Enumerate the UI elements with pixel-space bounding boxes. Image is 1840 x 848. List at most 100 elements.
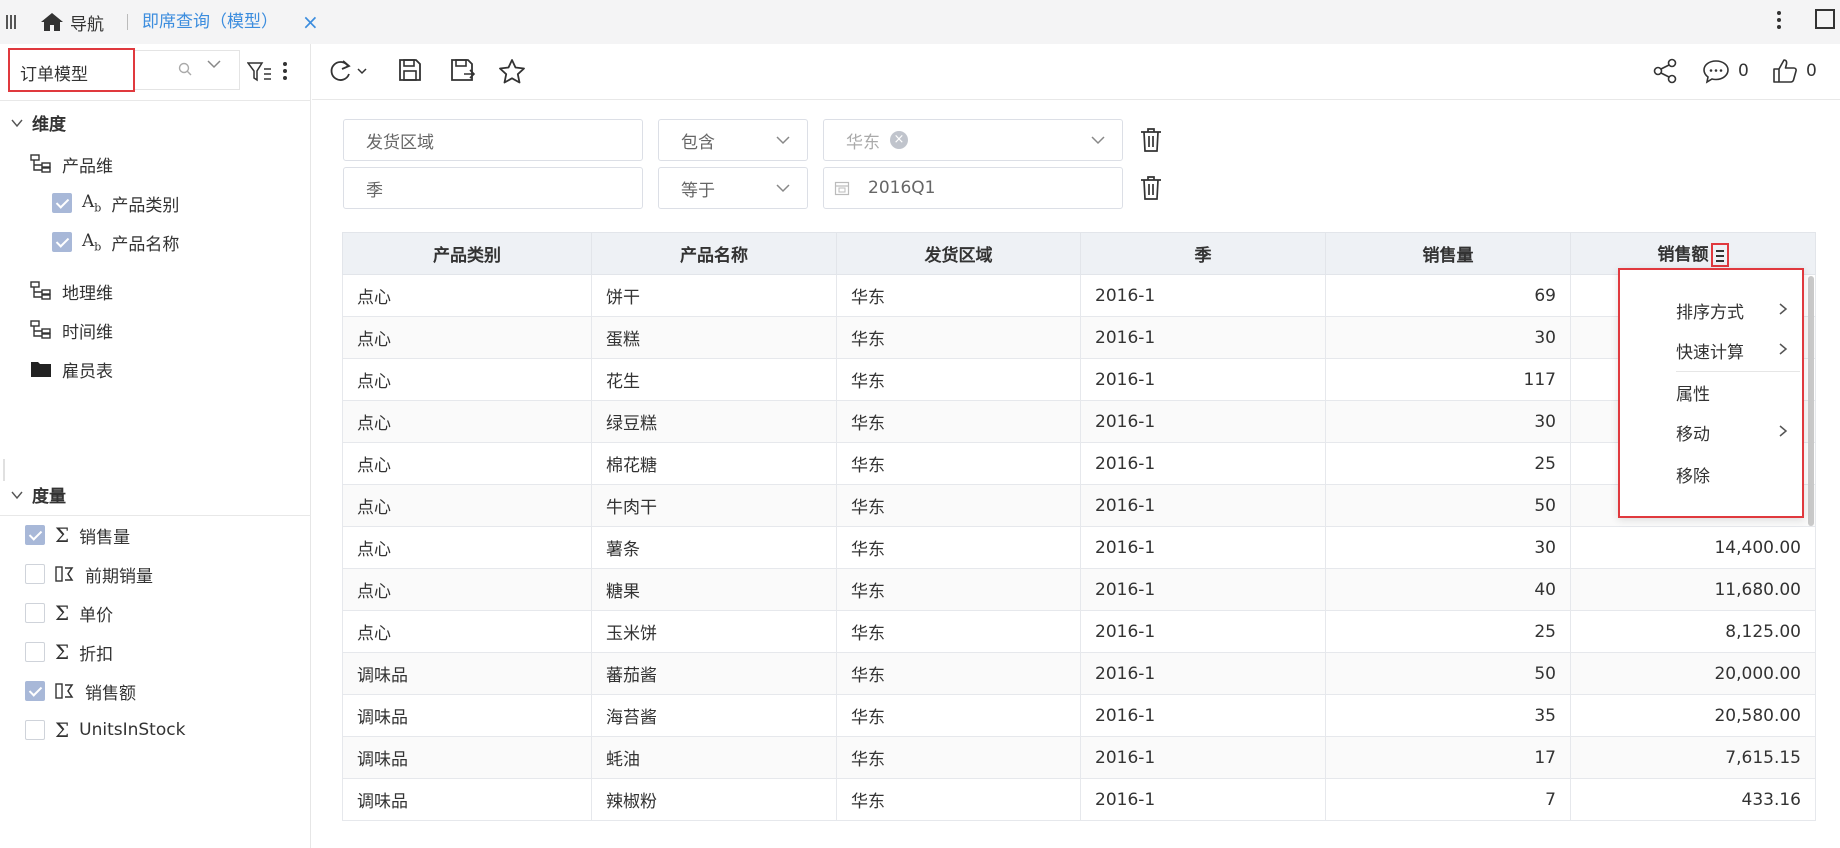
- table-cell: 14,400.00: [1570, 526, 1816, 569]
- table-cell: 2016-1: [1080, 442, 1326, 485]
- refresh-button[interactable]: [328, 58, 370, 89]
- filter-field-1[interactable]: 发货区域: [343, 119, 643, 161]
- menu-item-properties[interactable]: 属性: [1676, 380, 1800, 405]
- toolbar: 0 0: [312, 44, 1840, 100]
- menu-icon[interactable]: [6, 12, 20, 32]
- column-header[interactable]: 发货区域: [836, 232, 1081, 275]
- checkbox[interactable]: [52, 193, 72, 213]
- menu-item-sort[interactable]: 排序方式: [1676, 298, 1800, 323]
- filter-icon[interactable]: [247, 61, 273, 83]
- operator-value: 等于: [681, 180, 715, 201]
- table-header-row: 产品类别 产品名称 发货区域 季 销售量 销售额: [342, 232, 1816, 275]
- measure-section-header[interactable]: 度量: [10, 482, 66, 507]
- table-cell: 2016-1: [1080, 568, 1326, 611]
- dimension-section-header[interactable]: 维度: [10, 110, 66, 135]
- table-row[interactable]: 点心 棉花糖 华东 2016-1 25: [342, 442, 1816, 485]
- more-vertical-icon[interactable]: [1776, 8, 1782, 34]
- measure-units-in-stock[interactable]: Σ UnitsInStock: [25, 716, 185, 744]
- folder-icon: [31, 362, 51, 377]
- filter-field-2[interactable]: 季: [343, 167, 643, 209]
- like-button[interactable]: 0: [1772, 58, 1817, 84]
- menu-item-remove[interactable]: 移除: [1676, 462, 1800, 487]
- tab-home[interactable]: 导航: [40, 10, 104, 35]
- table-row[interactable]: 调味品 辣椒粉 华东 2016-1 7 433.16: [342, 778, 1816, 821]
- column-menu-icon[interactable]: [1710, 243, 1729, 267]
- measure-sales-amount[interactable]: 销售额: [25, 677, 136, 705]
- field-product-name[interactable]: Ab 产品名称: [52, 228, 179, 256]
- filter-operator-1[interactable]: 包含: [658, 119, 808, 161]
- text-field-icon: Ab: [82, 230, 102, 254]
- vertical-scrollbar[interactable]: [1808, 276, 1814, 526]
- menu-item-move[interactable]: 移动: [1676, 420, 1800, 445]
- table-cell: 花生: [591, 358, 837, 401]
- table-cell: 2016-1: [1080, 358, 1326, 401]
- table-row[interactable]: 点心 蛋糕 华东 2016-1 30: [342, 316, 1816, 359]
- table-row[interactable]: 调味品 蚝油 华东 2016-1 17 7,615.15: [342, 736, 1816, 779]
- remove-tag-icon[interactable]: ×: [890, 131, 908, 149]
- field-product-category[interactable]: Ab 产品类别: [52, 189, 179, 217]
- measure-discount[interactable]: Σ 折扣: [25, 638, 113, 666]
- column-header[interactable]: 产品类别: [342, 232, 592, 275]
- model-select[interactable]: 订单模型: [8, 48, 135, 92]
- menu-item-quick-calc[interactable]: 快速计算: [1676, 338, 1800, 363]
- trash-icon[interactable]: [1140, 176, 1162, 200]
- close-tab-icon[interactable]: ×: [302, 10, 319, 34]
- tree-item-employee-table[interactable]: 雇员表: [30, 355, 113, 383]
- checkbox[interactable]: [52, 232, 72, 252]
- more-vertical-icon[interactable]: [283, 62, 287, 83]
- filter-operator-2[interactable]: 等于: [658, 167, 808, 209]
- measure-label: 单价: [79, 605, 114, 626]
- checkbox[interactable]: [25, 642, 45, 662]
- tree-item-time-dim[interactable]: 时间维: [30, 316, 113, 344]
- table-cell: 433.16: [1570, 778, 1816, 821]
- chevron-down-icon: [776, 184, 790, 193]
- checkbox[interactable]: [25, 564, 45, 584]
- checkbox[interactable]: [25, 720, 45, 740]
- checkbox[interactable]: [25, 525, 45, 545]
- save-as-button[interactable]: [450, 58, 476, 87]
- like-count: 0: [1806, 61, 1817, 81]
- tree-item-geo-dim[interactable]: 地理维: [30, 277, 113, 305]
- divider: [0, 515, 311, 516]
- table-row[interactable]: 点心 绿豆糕 华东 2016-1 30: [342, 400, 1816, 443]
- tab-home-label: 导航: [70, 14, 104, 35]
- tab-adhoc-query[interactable]: 即席查询（模型）: [142, 10, 278, 34]
- checkbox[interactable]: [25, 681, 45, 701]
- table-row[interactable]: 点心 饼干 华东 2016-1 69: [342, 274, 1816, 317]
- filter-value-1[interactable]: 华东 ×: [823, 119, 1123, 161]
- column-header[interactable]: 销售量: [1325, 232, 1571, 275]
- checkbox[interactable]: [25, 603, 45, 623]
- chevron-down-icon[interactable]: [206, 56, 222, 72]
- tree-item-product-dim[interactable]: 产品维: [30, 150, 113, 178]
- save-button[interactable]: [398, 58, 422, 87]
- table-cell: 2016-1: [1080, 400, 1326, 443]
- measure-prev-sales[interactable]: 前期销量: [25, 560, 153, 588]
- table-cell: 30: [1325, 400, 1571, 443]
- column-context-menu: 排序方式 快速计算 属性 移动 移除: [1618, 268, 1804, 518]
- table-row[interactable]: 点心 牛肉干 华东 2016-1 50: [342, 484, 1816, 527]
- table-row[interactable]: 点心 薯条 华东 2016-1 30 14,400.00: [342, 526, 1816, 569]
- share-button[interactable]: [1652, 58, 1678, 89]
- trash-icon[interactable]: [1140, 128, 1162, 152]
- table-row[interactable]: 调味品 海苔酱 华东 2016-1 35 20,580.00: [342, 694, 1816, 737]
- table-cell: 17: [1325, 736, 1571, 779]
- column-header[interactable]: 季: [1080, 232, 1326, 275]
- search-icon[interactable]: [178, 62, 192, 76]
- measure-label: 前期销量: [85, 566, 153, 587]
- measure-title: 度量: [32, 487, 66, 507]
- column-header[interactable]: 产品名称: [591, 232, 837, 275]
- maximize-icon[interactable]: [1815, 9, 1835, 29]
- table-row[interactable]: 点心 花生 华东 2016-1 117: [342, 358, 1816, 401]
- favorite-button[interactable]: [498, 58, 526, 89]
- comment-button[interactable]: 0: [1702, 58, 1749, 84]
- table-row[interactable]: 调味品 蕃茄酱 华东 2016-1 50 20,000.00: [342, 652, 1816, 695]
- measure-sales-qty[interactable]: Σ 销售量: [25, 521, 130, 549]
- table-row[interactable]: 点心 糖果 华东 2016-1 40 11,680.00: [342, 568, 1816, 611]
- measure-unit-price[interactable]: Σ 单价: [25, 599, 113, 627]
- filter-value-2[interactable]: 2016Q1: [823, 167, 1123, 209]
- table-row[interactable]: 点心 玉米饼 华东 2016-1 25 8,125.00: [342, 610, 1816, 653]
- operator-value: 包含: [681, 132, 715, 153]
- resize-handle[interactable]: [3, 459, 5, 481]
- result-table: 产品类别 产品名称 发货区域 季 销售量 销售额 点心 饼干 华东 2016-1 69 点…: [342, 232, 1816, 821]
- menu-item-label: 移除: [1676, 467, 1710, 487]
